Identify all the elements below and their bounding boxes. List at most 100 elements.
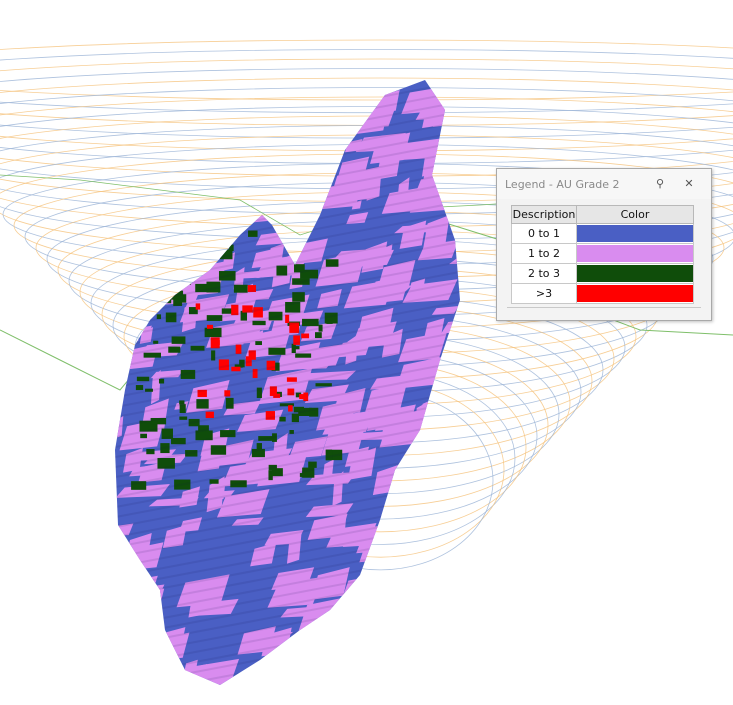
grade-block (212, 340, 220, 346)
grade-block (369, 570, 412, 604)
grade-block (289, 148, 310, 174)
grade-block (285, 151, 299, 163)
close-icon[interactable]: ✕ (681, 176, 697, 192)
grade-block (434, 88, 460, 104)
grade-block (195, 303, 201, 310)
grade-block (151, 239, 168, 243)
legend-header-row: Description Color (511, 205, 694, 224)
grade-block (167, 120, 190, 148)
legend-footer (507, 307, 701, 312)
grade-block (393, 607, 409, 640)
legend-row[interactable]: 1 to 2 (511, 243, 694, 264)
grade-block (329, 608, 381, 623)
grade-block (295, 353, 312, 358)
grade-block (154, 149, 183, 159)
grade-block (205, 411, 214, 419)
grade-block (255, 341, 262, 346)
grade-block (454, 341, 460, 356)
grade-block (173, 274, 192, 285)
grade-block (115, 575, 158, 606)
grade-block (423, 480, 460, 513)
grade-block (315, 657, 340, 667)
contour-line (0, 39, 733, 101)
grade-block (439, 566, 455, 590)
grade-block (231, 366, 241, 372)
grade-block (199, 100, 247, 121)
color-swatch (577, 245, 693, 262)
grade-block (286, 377, 297, 382)
grade-block (140, 433, 147, 439)
grade-block (352, 602, 370, 619)
column-header-description[interactable]: Description (511, 205, 577, 224)
grade-block (155, 250, 174, 259)
color-swatch (577, 265, 693, 282)
grade-block (252, 658, 300, 685)
grade-block (448, 625, 460, 649)
grade-block (117, 589, 133, 604)
legend-row-color (576, 243, 694, 264)
grade-block (410, 452, 426, 475)
color-swatch (577, 285, 693, 302)
legend-titlebar[interactable]: Legend - AU Grade 2 ⚲ ✕ (497, 169, 711, 199)
grade-block (372, 645, 408, 672)
grade-block (448, 504, 460, 516)
grade-block (426, 415, 443, 437)
grade-block (382, 653, 415, 667)
legend-row[interactable]: >3 (511, 283, 694, 304)
grade-block (315, 332, 322, 339)
grade-block (171, 336, 186, 344)
grade-block (291, 413, 299, 423)
legend-row-description: 2 to 3 (511, 263, 577, 284)
grade-block (170, 283, 181, 293)
legend-row-color (576, 283, 694, 304)
grade-block (135, 130, 165, 166)
grade-block (179, 416, 188, 420)
grade-block (447, 89, 460, 115)
grade-block (418, 570, 438, 595)
grade-block (332, 86, 368, 102)
grade-block (368, 624, 381, 637)
grade-block (394, 676, 433, 685)
grade-block (272, 674, 303, 685)
3d-viewport[interactable] (0, 0, 733, 705)
grade-block (143, 352, 162, 358)
grade-block (364, 610, 413, 647)
grade-block (433, 629, 460, 648)
grade-block (410, 484, 422, 496)
grade-block (288, 405, 293, 412)
column-header-color[interactable]: Color (576, 205, 694, 224)
grade-block (433, 560, 460, 590)
legend-row[interactable]: 0 to 1 (511, 223, 694, 244)
grade-block (221, 308, 233, 314)
legend-row-description: 0 to 1 (511, 223, 577, 244)
grade-block (370, 611, 383, 628)
pin-icon[interactable]: ⚲ (652, 176, 668, 192)
grade-block (411, 474, 460, 491)
shading-ridge (115, 639, 460, 685)
legend-row-color (576, 223, 694, 244)
contour-line (0, 58, 733, 126)
grade-block (403, 509, 449, 518)
grade-block (363, 630, 413, 644)
grade-block (397, 567, 443, 603)
grade-block (159, 660, 174, 685)
grade-block (137, 134, 149, 160)
grade-block (153, 103, 164, 136)
legend-panel[interactable]: Legend - AU Grade 2 ⚲ ✕ Description Colo… (496, 168, 712, 321)
grade-block (439, 606, 460, 623)
color-swatch (577, 225, 693, 242)
grade-block (286, 91, 302, 126)
grade-block (312, 175, 332, 188)
grade-block (420, 614, 460, 649)
grade-block (356, 624, 375, 639)
grade-block (285, 314, 290, 323)
grade-block (115, 638, 130, 653)
legend-row-color (576, 263, 694, 284)
grade-block (451, 110, 460, 127)
grade-block (323, 640, 372, 675)
grade-block (136, 143, 151, 153)
grade-block (291, 343, 296, 353)
legend-row[interactable]: 2 to 3 (511, 263, 694, 284)
grade-block (447, 406, 460, 437)
grade-block (153, 340, 159, 344)
